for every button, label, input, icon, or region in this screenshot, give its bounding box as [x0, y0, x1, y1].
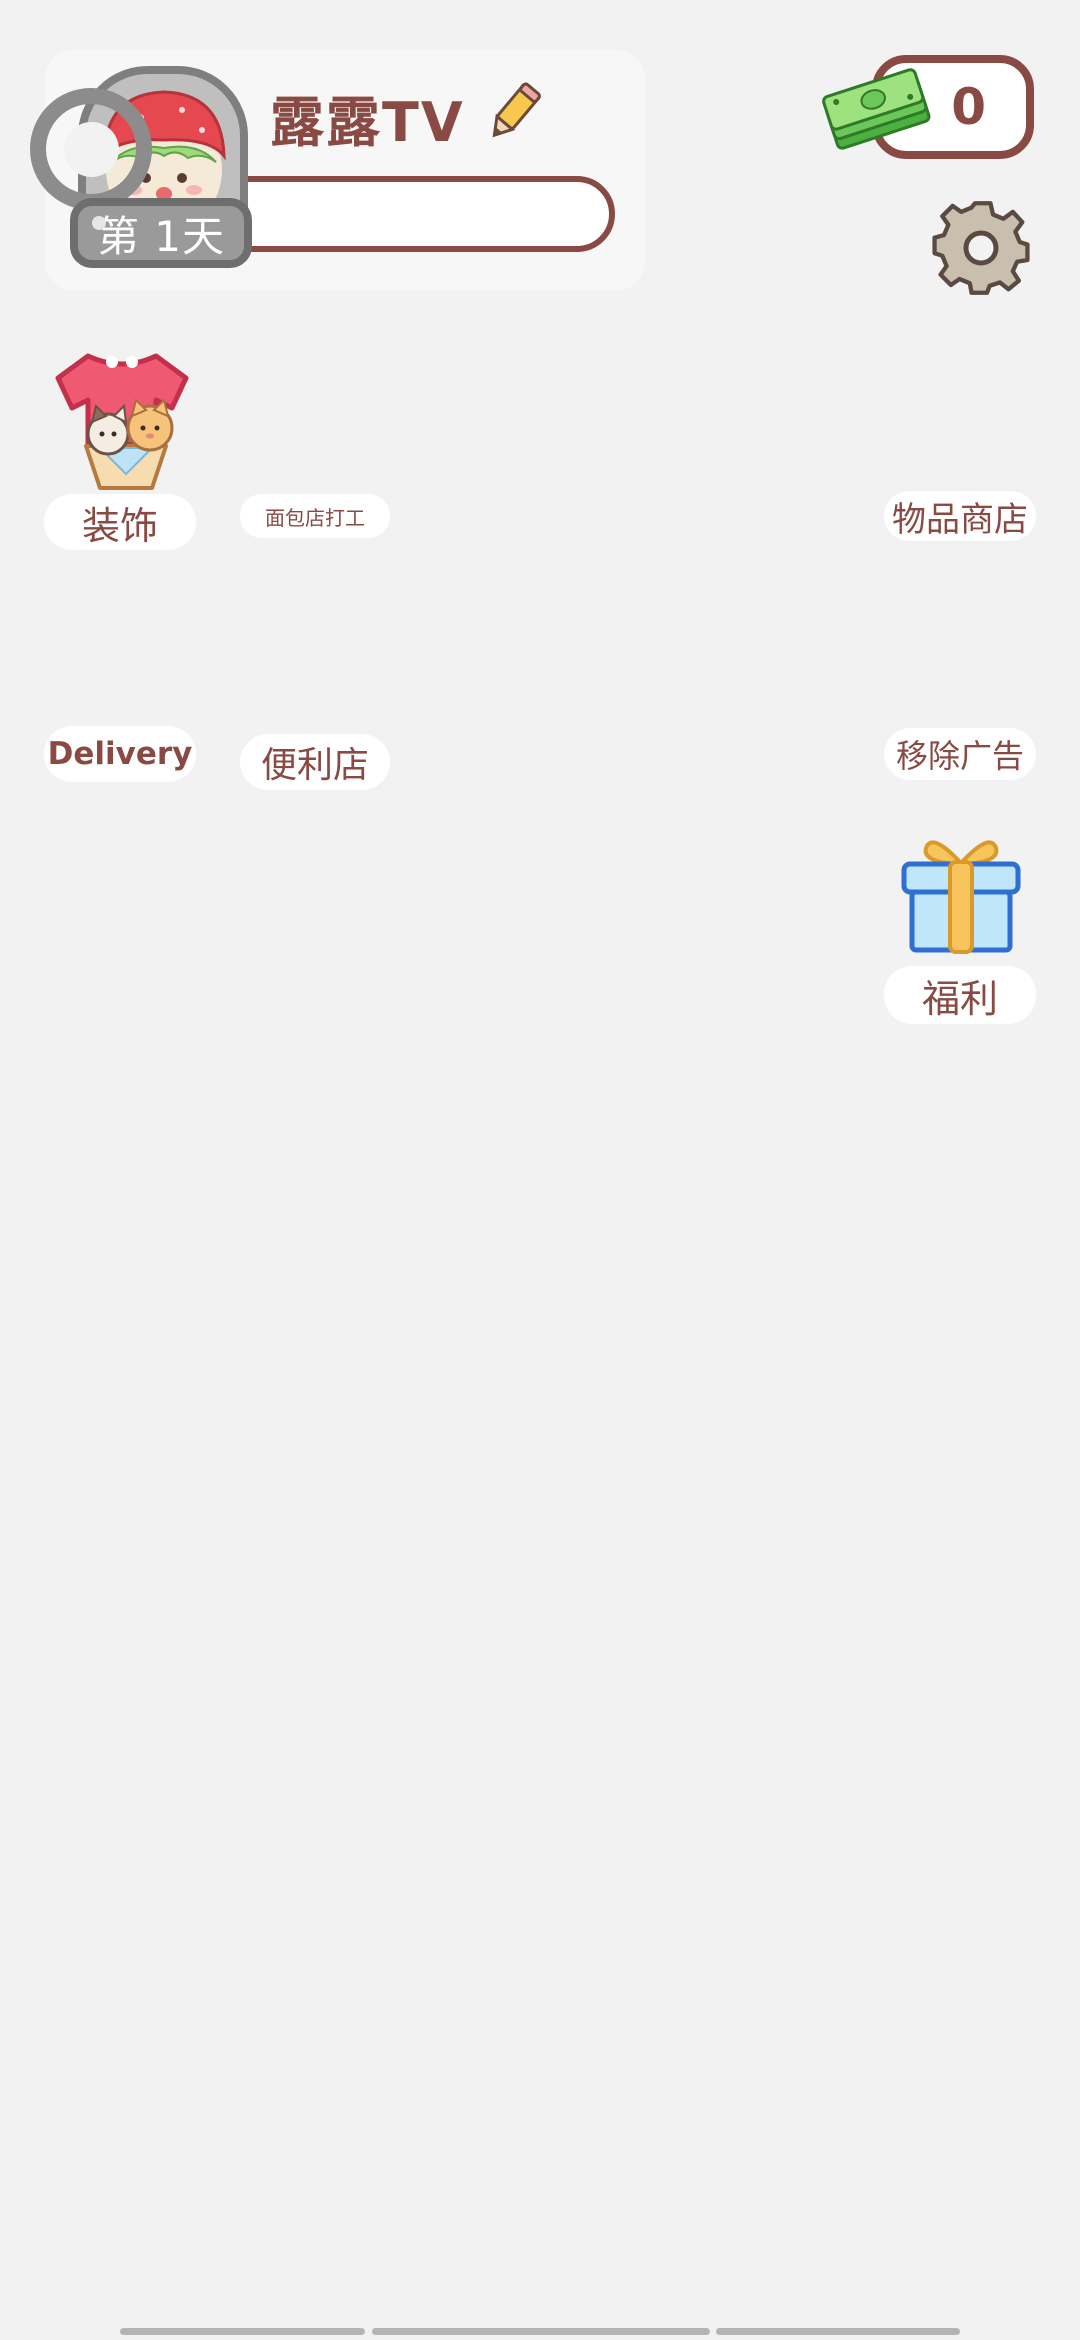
bottom-indicator-bar — [0, 2328, 1080, 2336]
shirt-cats-basket-icon[interactable] — [48, 348, 198, 494]
cash-stack-icon — [822, 68, 931, 150]
pencil-icon[interactable] — [478, 78, 548, 148]
indicator-segment — [120, 2328, 365, 2335]
indicator-segment — [372, 2328, 710, 2335]
indicator-segment — [716, 2328, 960, 2335]
game-screen: 第 1天 露露TV 0 装饰 面包店打工 物品商店 Delivery 便利店 移… — [0, 0, 1080, 2340]
welfare-button[interactable]: 福利 — [884, 966, 1036, 1024]
money-amount: 0 — [951, 78, 986, 136]
day-badge: 第 1天 — [70, 198, 252, 268]
gear-icon[interactable] — [925, 192, 1037, 304]
day-label: 第 1天 — [96, 211, 226, 261]
delivery-button[interactable]: Delivery — [44, 726, 196, 782]
username: 露露TV — [270, 91, 465, 154]
experience-bar — [210, 176, 615, 252]
item-shop-button[interactable]: 物品商店 — [884, 491, 1036, 541]
decor-button[interactable]: 装饰 — [44, 494, 196, 550]
toggle-ring-icon[interactable] — [30, 88, 152, 210]
convenience-store-button[interactable]: 便利店 — [240, 734, 390, 790]
bakery-job-button[interactable]: 面包店打工 — [240, 494, 390, 538]
badge-dot — [92, 216, 106, 230]
gift-box-icon[interactable] — [896, 828, 1026, 956]
remove-ads-button[interactable]: 移除广告 — [884, 728, 1036, 780]
